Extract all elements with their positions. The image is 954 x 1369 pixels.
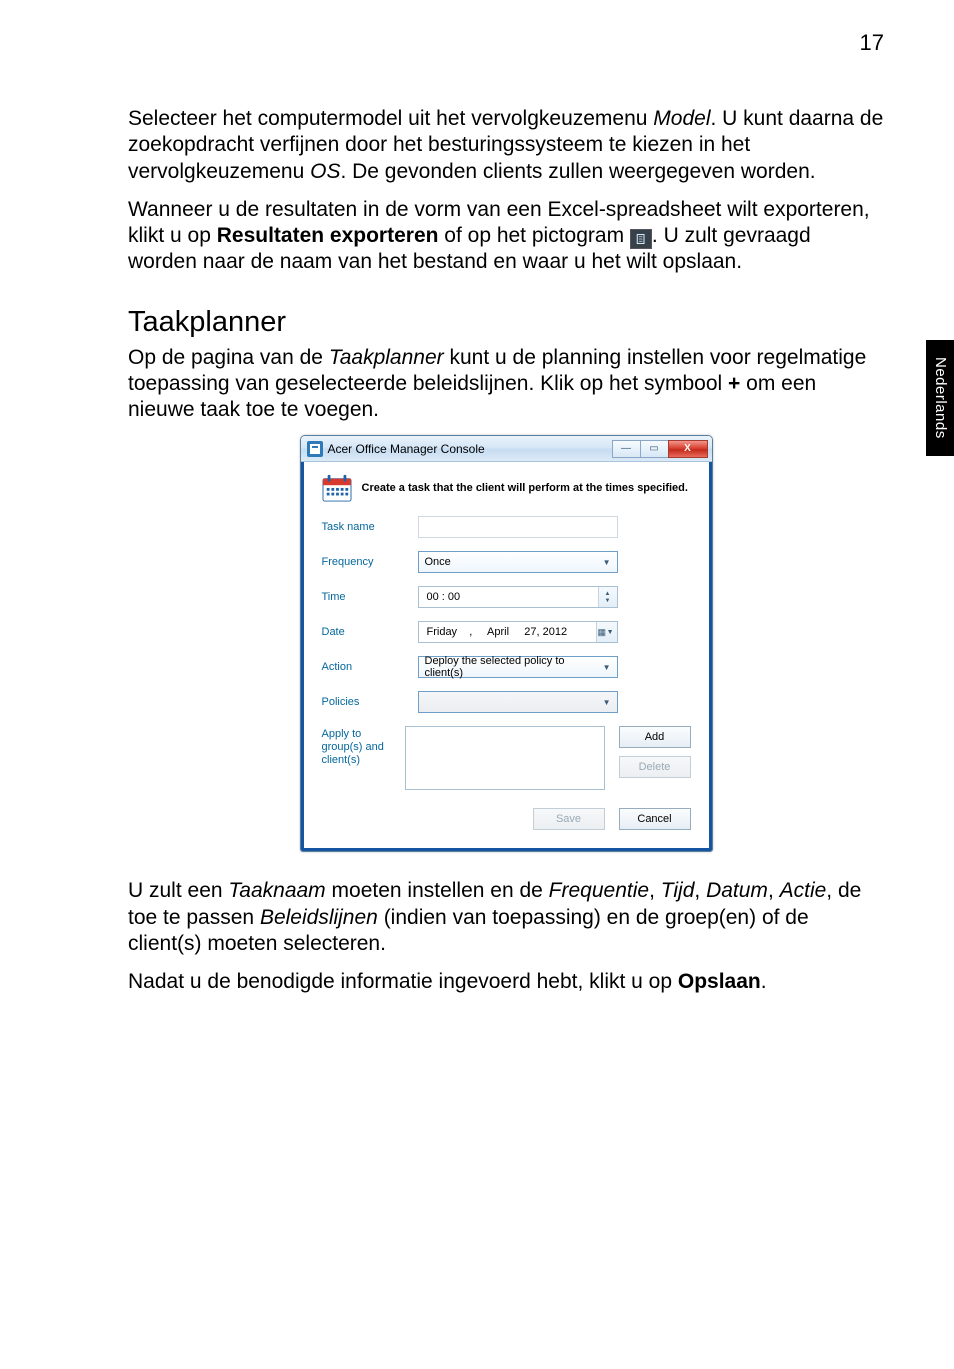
dialog-titlebar[interactable]: Acer Office Manager Console — ▭ X xyxy=(301,436,712,462)
language-tab: Nederlands xyxy=(926,340,954,456)
text: , xyxy=(694,879,706,902)
dialog-window: Acer Office Manager Console — ▭ X xyxy=(300,435,713,852)
term-export-results: Resultaten exporteren xyxy=(217,224,439,247)
frequency-select[interactable]: Once xyxy=(418,551,618,573)
spinner-arrows-icon: ▲▼ xyxy=(602,588,614,606)
close-button[interactable]: X xyxy=(668,440,708,458)
text: Selecteer het computermodel uit het verv… xyxy=(128,107,653,130)
text: of op het pictogram xyxy=(438,224,629,247)
apply-to-listbox[interactable] xyxy=(405,726,605,790)
action-value: Deploy the selected policy to client(s) xyxy=(425,655,593,679)
label-date: Date xyxy=(322,626,418,638)
page-number: 17 xyxy=(128,30,884,56)
chevron-down-icon: ▼ xyxy=(607,629,614,636)
calendar-dropdown-icon: ▦ xyxy=(598,627,606,635)
text: moeten instellen en de xyxy=(326,879,549,902)
dialog-title: Acer Office Manager Console xyxy=(328,442,612,456)
save-button: Save xyxy=(533,808,605,830)
term-opslaan: Opslaan xyxy=(678,970,761,993)
text: U zult een xyxy=(128,879,228,902)
term-taakplanner: Taakplanner xyxy=(329,346,444,369)
add-button[interactable]: Add xyxy=(619,726,691,748)
text: , xyxy=(768,879,780,902)
maximize-button[interactable]: ▭ xyxy=(640,440,668,458)
calendar-icon xyxy=(322,474,352,502)
frequency-value: Once xyxy=(425,556,451,568)
action-select[interactable]: Deploy the selected policy to client(s) xyxy=(418,656,618,678)
time-spinner[interactable]: 00 : 00 ▲▼ xyxy=(418,586,618,608)
app-icon xyxy=(307,441,323,457)
term-plus: + xyxy=(728,372,740,395)
paragraph-4: U zult een Taaknaam moeten instellen en … xyxy=(128,878,884,957)
label-action: Action xyxy=(322,661,418,673)
label-task-name: Task name xyxy=(322,521,418,533)
minimize-button[interactable]: — xyxy=(612,440,640,458)
term-tijd: Tijd xyxy=(661,879,695,902)
label-time: Time xyxy=(322,591,418,603)
term-datum: Datum xyxy=(706,879,768,902)
text: . xyxy=(761,970,767,993)
dialog-heading: Create a task that the client will perfo… xyxy=(362,482,688,494)
export-icon xyxy=(630,229,652,249)
task-name-input[interactable] xyxy=(418,516,618,538)
text: , xyxy=(649,879,661,902)
delete-button: Delete xyxy=(619,756,691,778)
label-policies: Policies xyxy=(322,696,418,708)
text: . De gevonden clients zullen weergegeven… xyxy=(340,160,815,183)
term-model: Model xyxy=(653,107,710,130)
label-frequency: Frequency xyxy=(322,556,418,568)
paragraph-1: Selecteer het computermodel uit het verv… xyxy=(128,106,884,185)
date-picker[interactable]: Friday , April 27, 2012 ▦ ▼ xyxy=(418,621,618,643)
text: Nadat u de benodigde informatie ingevoer… xyxy=(128,970,678,993)
paragraph-2: Wanneer u de resultaten in de vorm van e… xyxy=(128,197,884,276)
date-value: Friday , April 27, 2012 xyxy=(427,626,568,638)
term-frequentie: Frequentie xyxy=(549,879,649,902)
term-actie: Actie xyxy=(780,879,827,902)
policies-select[interactable] xyxy=(418,691,618,713)
cancel-button[interactable]: Cancel xyxy=(619,808,691,830)
term-taaknaam: Taaknaam xyxy=(228,879,325,902)
term-os: OS xyxy=(310,160,340,183)
term-beleidslijnen: Beleidslijnen xyxy=(260,906,378,929)
time-value: 00 : 00 xyxy=(427,591,461,603)
text: Op de pagina van de xyxy=(128,346,329,369)
heading-taakplanner: Taakplanner xyxy=(128,306,884,339)
label-apply-to: Apply to group(s) and client(s) xyxy=(322,726,405,766)
paragraph-5: Nadat u de benodigde informatie ingevoer… xyxy=(128,969,884,995)
paragraph-3: Op de pagina van de Taakplanner kunt u d… xyxy=(128,345,884,424)
